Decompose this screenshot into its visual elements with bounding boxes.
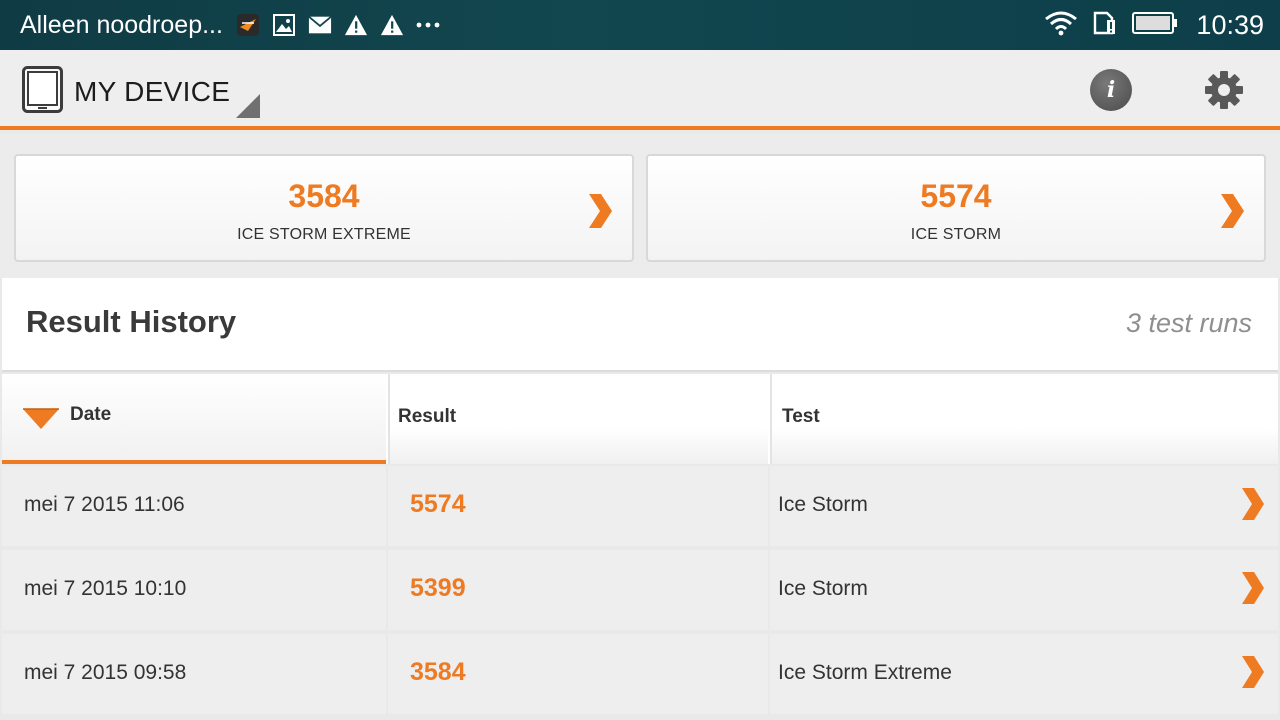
cell-test: Ice Storm — [770, 550, 1278, 630]
row-test: Ice Storm — [778, 577, 868, 600]
score-card-ice-storm-extreme[interactable]: 3584 ICE STORM EXTREME — [14, 154, 634, 262]
notification-icons — [236, 12, 440, 38]
cell-result: 5399 — [388, 550, 768, 630]
row-result: 5574 — [410, 490, 466, 518]
chevron-right-icon — [1218, 192, 1246, 230]
cell-result: 3584 — [388, 634, 768, 714]
sort-descending-icon — [23, 408, 59, 429]
cell-date: mei 7 2015 09:58 — [2, 634, 386, 714]
chevron-right-icon — [586, 192, 614, 230]
row-date: mei 7 2015 10:10 — [24, 577, 187, 600]
chevron-right-icon — [1240, 570, 1266, 606]
card-score: 3584 — [288, 178, 360, 214]
column-header-test[interactable]: Test — [770, 374, 1278, 464]
battery-icon — [1132, 11, 1178, 40]
settings-button[interactable] — [1203, 69, 1245, 111]
row-test: Ice Storm — [778, 493, 868, 516]
gear-icon — [1205, 71, 1243, 109]
info-button[interactable]: i — [1090, 69, 1132, 111]
row-result: 5399 — [410, 574, 466, 602]
table-row[interactable]: mei 7 2015 11:06 5574 Ice Storm — [2, 466, 1278, 546]
dropdown-triangle-icon[interactable] — [236, 94, 260, 118]
system-icons: 10:39 — [1044, 10, 1264, 41]
cell-date: mei 7 2015 11:06 — [2, 466, 386, 546]
action-bar: MY DEVICE i — [0, 50, 1280, 130]
column-header-date[interactable]: Date — [2, 374, 386, 464]
table-row[interactable]: mei 7 2015 10:10 5399 Ice Storm — [2, 550, 1278, 630]
score-cards: 3584 ICE STORM EXTREME 5574 ICE STORM — [0, 134, 1280, 278]
chevron-right-icon — [1240, 486, 1266, 522]
cell-test: Ice Storm — [770, 466, 1278, 546]
image-icon — [272, 12, 296, 38]
warning-icon — [380, 12, 404, 38]
tablet-icon — [22, 66, 63, 113]
result-history-header: Result History 3 test runs — [2, 278, 1278, 372]
row-date: mei 7 2015 11:06 — [24, 493, 185, 516]
chevron-right-icon — [1240, 654, 1266, 690]
cell-result: 5574 — [388, 466, 768, 546]
wifi-icon — [1044, 10, 1078, 41]
warning-icon — [344, 12, 368, 38]
result-history-title: Result History — [26, 304, 237, 339]
score-card-ice-storm[interactable]: 5574 ICE STORM — [646, 154, 1266, 262]
device-selector-title[interactable]: MY DEVICE — [74, 76, 230, 108]
card-score: 5574 — [920, 178, 992, 214]
test-run-count: 3 test runs — [1125, 308, 1252, 338]
row-date: mei 7 2015 09:58 — [24, 661, 187, 684]
status-bar: Alleen noodroep... 10:39 — [0, 0, 1280, 50]
table-header: Date Result Test — [2, 374, 1278, 464]
column-header-label: Date — [70, 404, 112, 425]
column-header-label: Result — [398, 406, 457, 427]
info-icon: i — [1106, 77, 1116, 103]
clock: 10:39 — [1196, 10, 1264, 40]
column-header-label: Test — [782, 406, 820, 427]
more-icon — [416, 12, 440, 38]
sim-alert-icon — [1092, 10, 1118, 41]
row-result: 3584 — [410, 658, 466, 686]
column-header-result[interactable]: Result — [388, 374, 768, 464]
card-test-name: ICE STORM EXTREME — [237, 226, 411, 243]
row-test: Ice Storm Extreme — [778, 661, 952, 684]
mail-icon — [308, 12, 332, 38]
table-row[interactable]: mei 7 2015 09:58 3584 Ice Storm Extreme — [2, 634, 1278, 714]
game-app-icon — [236, 12, 260, 38]
cell-date: mei 7 2015 10:10 — [2, 550, 386, 630]
cell-test: Ice Storm Extreme — [770, 634, 1278, 714]
card-test-name: ICE STORM — [910, 226, 1002, 243]
status-notification-text: Alleen noodroep... — [20, 11, 223, 39]
